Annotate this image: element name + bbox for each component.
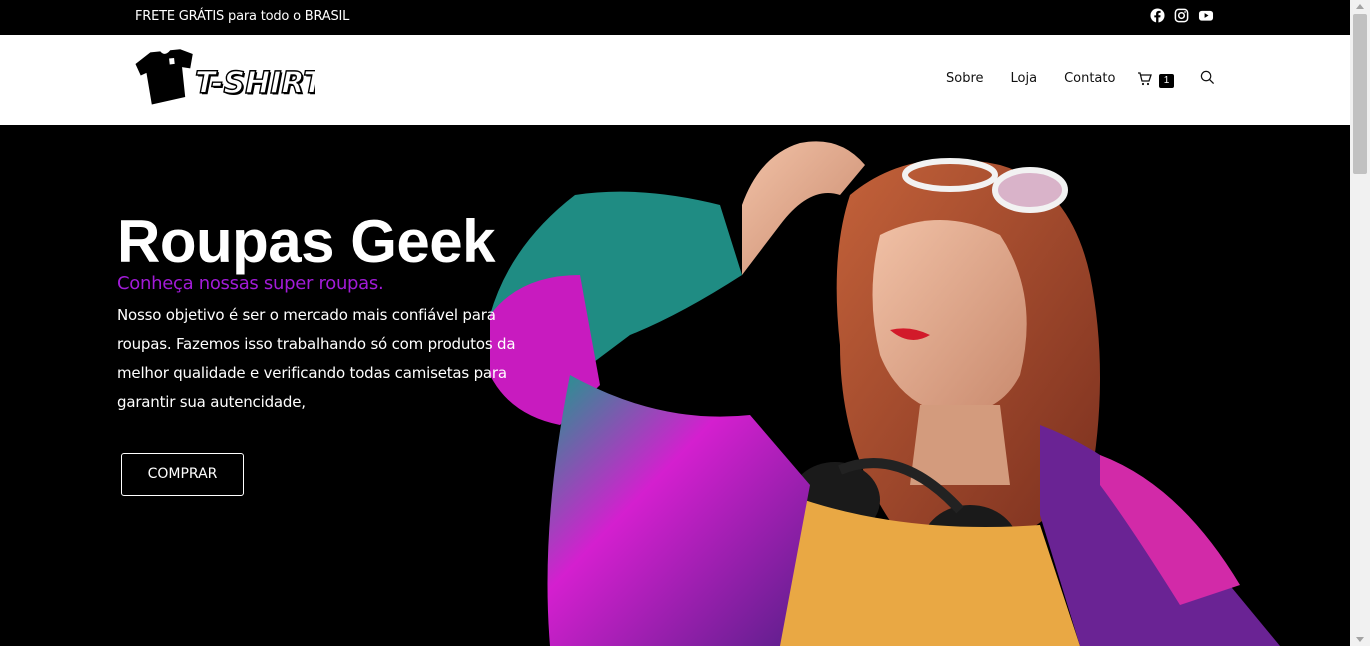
promo-text: FRETE GRÁTIS para todo o BRASIL <box>135 9 350 24</box>
nav-sobre[interactable]: Sobre <box>946 71 984 86</box>
hero-model-image <box>480 125 1340 646</box>
cart-button[interactable]: 1 <box>1137 70 1177 90</box>
main-nav: Sobre Loja Contato <box>946 71 1142 86</box>
hero-subtitle: Conheça nossas super roupas. <box>117 273 384 294</box>
search-icon <box>1200 70 1215 85</box>
scrollbar-thumb[interactable] <box>1353 14 1367 174</box>
comprar-button[interactable]: COMPRAR <box>121 453 244 496</box>
scroll-up-icon[interactable] <box>1356 4 1364 9</box>
hero-description: Nosso objetivo é ser o mercado mais conf… <box>117 306 516 411</box>
site-header: T-SHIRT T-SHIRT Sobre Loja Contato 1 <box>0 35 1350 125</box>
site-logo[interactable]: T-SHIRT T-SHIRT <box>135 47 328 105</box>
page-scrollbar[interactable] <box>1350 0 1370 646</box>
youtube-icon[interactable] <box>1198 8 1214 24</box>
hero-section: Roupas Geek Conheça nossas super roupas.… <box>0 125 1350 646</box>
scroll-down-icon[interactable] <box>1356 637 1364 642</box>
instagram-icon[interactable] <box>1174 8 1190 24</box>
cart-icon <box>1138 72 1152 86</box>
cart-count-badge: 1 <box>1159 74 1174 88</box>
social-links <box>1150 8 1214 24</box>
facebook-icon[interactable] <box>1150 8 1166 24</box>
nav-contato[interactable]: Contato <box>1064 71 1115 86</box>
svg-text:T-SHIRT: T-SHIRT <box>195 66 315 101</box>
nav-loja[interactable]: Loja <box>1011 71 1038 86</box>
hero-title: Roupas Geek <box>117 208 495 275</box>
top-bar: FRETE GRÁTIS para todo o BRASIL <box>0 0 1350 35</box>
search-button[interactable] <box>1200 70 1216 86</box>
